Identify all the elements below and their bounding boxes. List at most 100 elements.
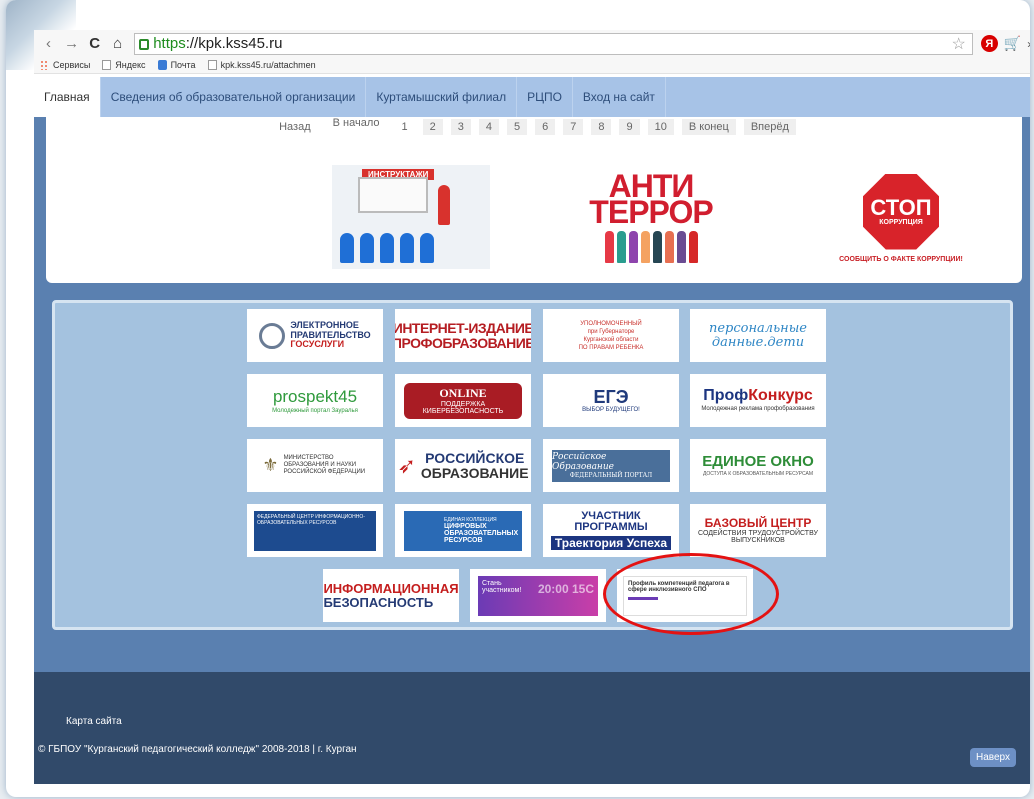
apps-icon (40, 60, 49, 70)
pager-page-6[interactable]: 6 (535, 119, 556, 135)
tile-ege[interactable]: ЕГЭ ВЫБОР БУДУЩЕГО! (543, 374, 679, 427)
tile-prospekt[interactable]: prospekt45 Молодежный портал Зауралья (247, 374, 383, 427)
pager-page-4[interactable]: 4 (478, 119, 499, 135)
gosuslugi-logo-icon (259, 322, 286, 349)
pager-page-2[interactable]: 2 (422, 119, 443, 135)
pager-page-5[interactable]: 5 (506, 119, 528, 135)
tile-ministry[interactable]: ⚜ МИНИСТЕРСТВО ОБРАЗОВАНИЯ И НАУКИ РОССИЙ… (247, 439, 383, 492)
tile-online-support[interactable]: ONLINE ПОДДЕРЖКА КИБЕРБЕЗОПАСНОСТЬ (395, 374, 531, 427)
pager-page-8[interactable]: 8 (591, 119, 612, 135)
home-icon[interactable]: ⌂ (109, 35, 126, 52)
tile-personal-data[interactable]: персональные данные.дети (690, 309, 826, 362)
tile-gosuslugi[interactable]: ЭЛЕКТРОННОЕ ПРАВИТЕЛЬСТВО ГОСУСЛУГИ (247, 309, 383, 362)
tile-ombudsman[interactable]: УПОЛНОМОЧЕННЫЙ при Губернаторе Курганской … (543, 309, 679, 362)
ministry-text: МИНИСТЕРСТВО ОБРАЗОВАНИЯ И НАУКИ РОССИЙС… (283, 455, 366, 475)
tile-fcior[interactable]: ФЕДЕРАЛЬНЫЙ ЦЕНТР ИНФОРМАЦИОННО-ОБРАЗОВА… (247, 504, 383, 557)
bookmark-label: Яндекс (115, 60, 146, 70)
url-field[interactable]: https ://kpk.kss45.ru ☆ (134, 32, 973, 55)
tile-profobrazovanie[interactable]: ИНТЕРНЕТ-ИЗДАНИЕ ПРОФОБРАЗОВАНИЕ (395, 309, 531, 362)
back-to-top-button[interactable]: Наверх (970, 748, 1016, 767)
tile-vseros-contest[interactable]: Стань участником! 20:00 15С (470, 569, 606, 622)
pager-page-7[interactable]: 7 (563, 119, 584, 135)
tile-federal-portal[interactable]: Российское Образование ФЕДЕРАЛЬНЫЙ ПОРТАЛ (543, 439, 679, 492)
emblem-icon: ⚜ (262, 455, 279, 475)
gosuslugi-text: ЭЛЕКТРОННОЕ ПРАВИТЕЛЬСТВО ГОСУСЛУГИ (290, 320, 371, 350)
bookmark-label: Почта (170, 60, 196, 70)
speaker-figure-icon (438, 185, 450, 225)
browser-toolbar: ‹ → C ⌂ https ://kpk.kss45.ru ☆ Я 🛒 » (34, 30, 1030, 57)
pager-first[interactable]: В начало (326, 115, 387, 131)
profkonkurs-sub: Молодежная реклама профобразования (701, 405, 815, 412)
tile-school-collection[interactable]: ЕДИНАЯ КОЛЛЕКЦИЯ ЦИФРОВЫХ ОБРАЗОВАТЕЛЬНЫХ Р… (395, 504, 531, 557)
tile-single-window[interactable]: ЕДИНОЕ ОКНО ДОСТУПА К ОБРАЗОВАТЕЛЬНЫМ РЕС… (690, 439, 826, 492)
antiterror-title: АНТИ ТЕРРОР (589, 170, 713, 230)
crowd-icon (604, 231, 698, 263)
swoosh-icon: ➶ (397, 452, 416, 478)
forward-arrow-icon[interactable]: → (63, 35, 80, 52)
url-host: ://kpk.kss45.ru (185, 35, 283, 52)
copyright-text: © ГБПОУ "Курганский педагогический колле… (38, 744, 357, 755)
useful-links-panel: ЭЛЕКТРОННОЕ ПРАВИТЕЛЬСТВО ГОСУСЛУГИ ИНТЕРН… (52, 300, 1013, 635)
tile-profkonkurs[interactable]: ПрофКонкурс Молодежная реклама профобразо… (690, 374, 826, 427)
extension-icons: Я 🛒 » (980, 35, 1030, 52)
antiterror-line2: ТЕРРОР (589, 194, 713, 230)
single-window-sub: ДОСТУПА К ОБРАЗОВАТЕЛЬНЫМ РЕСУРСАМ (702, 470, 814, 477)
base-center-title: БАЗОВЫЙ ЦЕНТР (704, 515, 812, 530)
nav-item-login[interactable]: Вход на сайт (573, 77, 666, 117)
tile-russian-education[interactable]: ➶ РОССИЙСКОЕ ОБРАЗОВАНИЕ (395, 439, 531, 492)
pager-page-9[interactable]: 9 (619, 119, 640, 135)
bookmark-apps[interactable]: Сервисы (40, 60, 90, 70)
profobrazovanie-text: ИНТЕРНЕТ-ИЗДАНИЕ ПРОФОБРАЗОВАНИЕ (395, 319, 531, 351)
pager-last[interactable]: В конец (681, 119, 736, 135)
banner-card: Назад В начало 1 2 3 4 5 6 7 8 9 10 В ко… (46, 117, 1022, 283)
page-icon (207, 60, 217, 70)
pager-page-3[interactable]: 3 (450, 119, 471, 135)
instructions-banner[interactable]: ИНСТРУКТАЖИ (332, 165, 490, 269)
ege-logo: ЕГЭ (593, 386, 629, 407)
site-nav: Главная Сведения об образовательной орга… (34, 77, 1030, 117)
stop-caption: СООБЩИТЬ О ФАКТЕ КОРРУПЦИИ! (839, 255, 963, 263)
page-icon (102, 60, 112, 70)
tile-info-security[interactable]: ИНФОРМАЦИОННАЯ БЕЗОПАСНОСТЬ (323, 569, 459, 622)
stop-corruption-banner[interactable]: СТОП КОРРУПЦИЯ СООБЩИТЬ О ФАКТЕ КОРРУПЦИ… (826, 165, 976, 271)
site-footer: Карта сайта © ГБПОУ "Курганский педагоги… (34, 672, 1030, 784)
nav-item-kurtamysh[interactable]: Куртамышский филиал (366, 77, 518, 117)
bookmark-yandex[interactable]: Яндекс (102, 60, 146, 70)
pager-page-1[interactable]: 1 (394, 119, 414, 135)
pager-next[interactable]: Вперёд (743, 119, 796, 135)
audience-icon (340, 233, 434, 263)
stop-word: СТОП (870, 195, 932, 220)
pager-back[interactable]: Назад (272, 119, 318, 135)
mail-icon (157, 60, 167, 70)
prospekt-logo: prospekt45 (272, 387, 358, 406)
federal-portal-badge: Российское Образование ФЕДЕРАЛЬНЫЙ ПОРТАЛ (552, 449, 670, 482)
ege-sub: ВЫБОР БУДУЩЕГО! (582, 407, 640, 414)
bookmark-label: Сервисы (53, 60, 91, 70)
nav-item-home[interactable]: Главная (34, 77, 101, 117)
bookmark-mail[interactable]: Почта (157, 60, 196, 70)
yandex-icon[interactable]: Я (980, 35, 998, 52)
back-arrow-icon[interactable]: ‹ (40, 35, 57, 52)
antiterror-banner[interactable]: АНТИ ТЕРРОР (586, 165, 716, 271)
nav-item-about[interactable]: Сведения об образовательной организации (101, 77, 367, 117)
more-extensions-icon[interactable]: » (1027, 37, 1030, 51)
personal-data-text: персональные данные.дети (708, 320, 807, 350)
russian-education-text: РОССИЙСКОЕ ОБРАЗОВАНИЕ (420, 449, 529, 481)
cart-icon[interactable]: 🛒 (1004, 35, 1021, 52)
bookmark-star-icon[interactable]: ☆ (952, 34, 966, 54)
slide-frame: ‹ → C ⌂ https ://kpk.kss45.ru ☆ Я 🛒 » Се… (6, 0, 1030, 797)
corruption-word: КОРРУПЦИЯ (879, 219, 923, 226)
bookmark-attachment[interactable]: kpk.kss45.ru/attachmen (207, 60, 316, 70)
sitemap-link[interactable]: Карта сайта (66, 716, 122, 727)
info-security-text: ИНФОРМАЦИОННАЯ БЕЗОПАСНОСТЬ (323, 580, 459, 610)
nav-item-rcpo[interactable]: РЦПО (517, 77, 573, 117)
tile-base-center[interactable]: БАЗОВЫЙ ЦЕНТР СОДЕЙСТВИЯ ТРУДОУСТРОЙСТВУ … (690, 504, 826, 557)
trajectory-title: Траектория Успеха (550, 535, 672, 551)
lock-icon (139, 39, 150, 50)
tile-success-trajectory[interactable]: УЧАСТНИК ПРОГРАММЫ Траектория Успеха (543, 504, 679, 557)
ombudsman-text: УПОЛНОМОЧЕННЫЙ при Губернаторе Курганской … (578, 320, 644, 351)
url-scheme: https (153, 35, 186, 52)
fcior-badge: ФЕДЕРАЛЬНЫЙ ЦЕНТР ИНФОРМАЦИОННО-ОБРАЗОВА… (254, 510, 376, 551)
reload-icon[interactable]: C (86, 35, 103, 52)
pager-page-10[interactable]: 10 (647, 119, 674, 135)
